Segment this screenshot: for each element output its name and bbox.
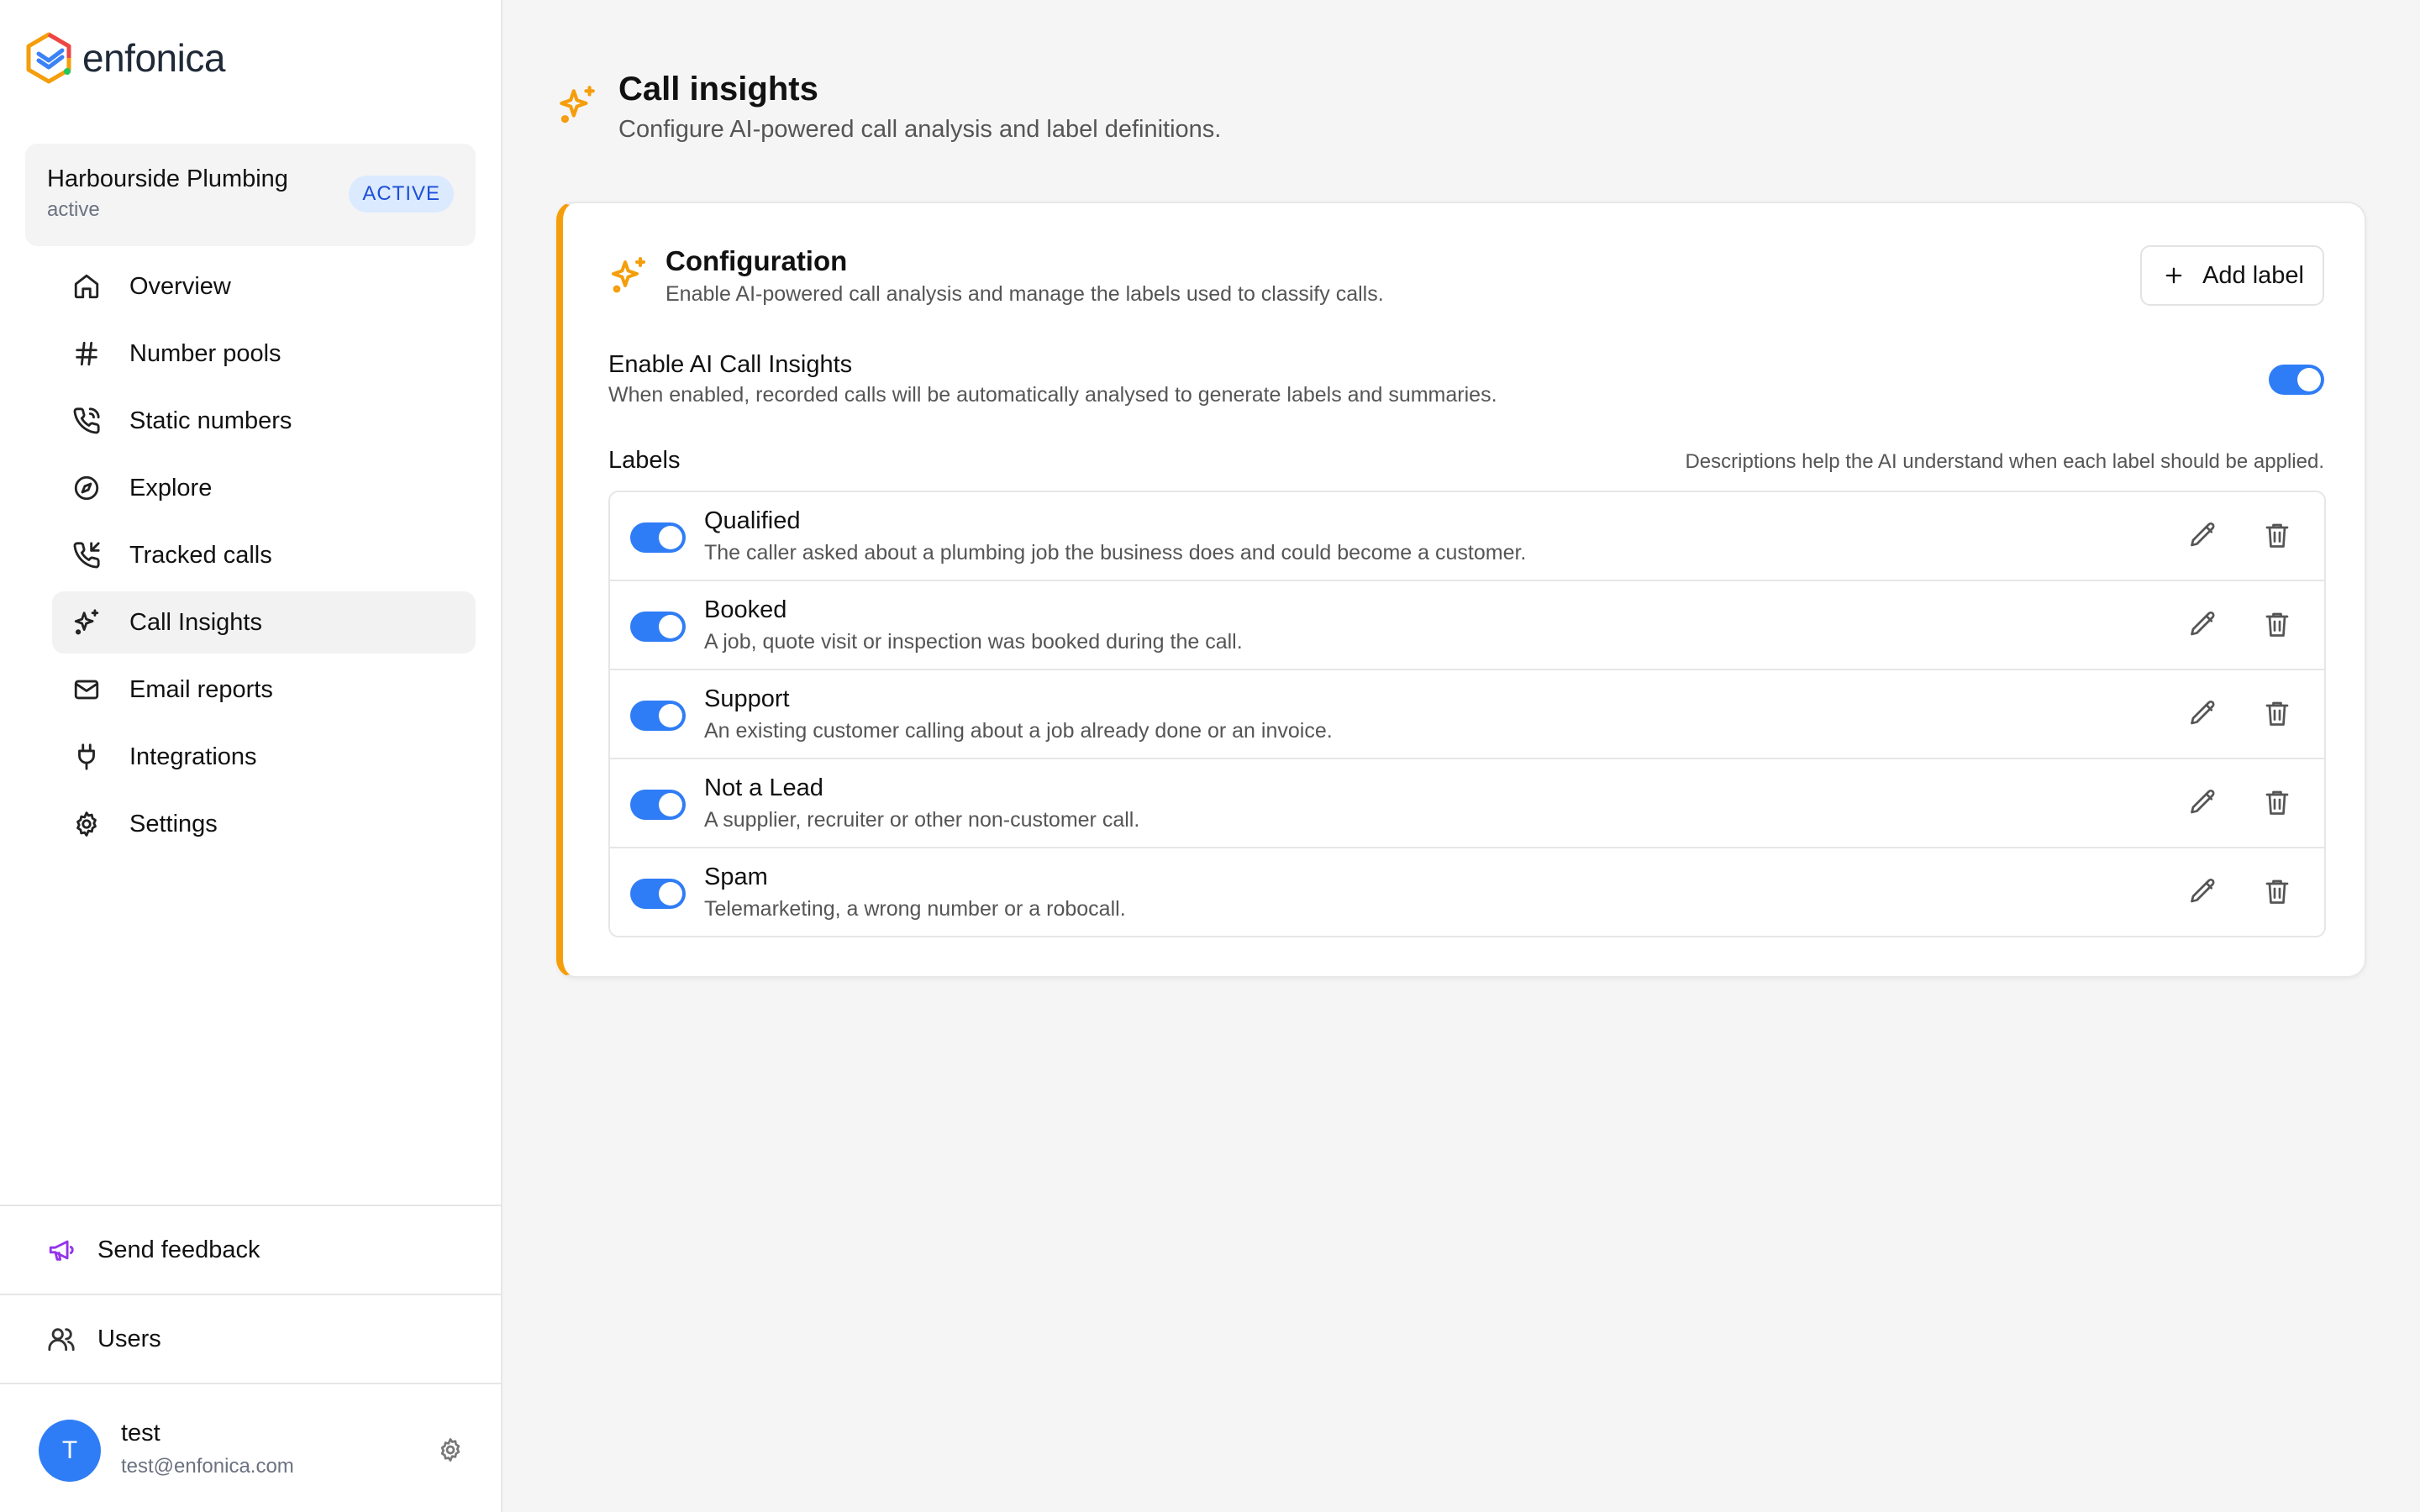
sidebar: enfonica Harbourside Plumbing active ACT… <box>0 0 502 1512</box>
sidebar-item-label: Static numbers <box>129 407 292 434</box>
label-description: A supplier, recruiter or other non-custo… <box>704 808 1140 832</box>
plus-icon <box>2165 267 2182 284</box>
label-toggle[interactable] <box>630 879 686 909</box>
enable-insights-title: Enable AI Call Insights <box>608 351 853 378</box>
mail-icon <box>74 680 99 700</box>
edit-pencil-icon[interactable] <box>2188 876 2218 906</box>
label-description: The caller asked about a plumbing job th… <box>704 541 1527 564</box>
sidebar-nav: Overview Number pools Static numbers Exp… <box>52 255 476 860</box>
sparkles-icon <box>74 609 99 635</box>
sidebar-item-settings[interactable]: Settings <box>52 793 476 855</box>
status-badge: ACTIVE <box>349 176 454 213</box>
sidebar-item-call-insights[interactable]: Call Insights <box>52 591 476 654</box>
user-settings-gear-icon[interactable] <box>437 1436 464 1463</box>
trash-icon[interactable] <box>2262 787 2292 817</box>
trash-icon[interactable] <box>2262 609 2292 639</box>
label-row-qualified: Qualified The caller asked about a plumb… <box>610 492 2324 581</box>
label-name: Support <box>704 685 790 712</box>
gear-icon <box>76 811 97 837</box>
sidebar-item-number-pools[interactable]: Number pools <box>52 323 476 385</box>
sidebar-item-label: Explore <box>129 474 213 501</box>
user-profile[interactable]: T test test@enfonica.com <box>0 1383 502 1512</box>
add-label-text: Add label <box>2202 261 2304 289</box>
plug-icon <box>78 743 95 770</box>
label-description: An existing customer calling about a job… <box>704 719 1333 743</box>
sidebar-item-email-reports[interactable]: Email reports <box>52 659 476 721</box>
compass-icon <box>74 475 99 501</box>
user-email: test@enfonica.com <box>121 1455 294 1478</box>
trash-icon[interactable] <box>2262 876 2292 906</box>
home-icon <box>74 274 99 299</box>
megaphone-icon <box>49 1240 74 1261</box>
sidebar-item-static-numbers[interactable]: Static numbers <box>52 390 476 452</box>
enable-insights-toggle[interactable] <box>2269 365 2324 395</box>
label-name: Spam <box>704 864 768 890</box>
label-toggle[interactable] <box>630 790 686 820</box>
sidebar-users-section: Users <box>0 1294 502 1383</box>
hash-icon <box>76 341 97 366</box>
sidebar-item-label: Settings <box>129 810 218 837</box>
configuration-description: Enable AI-powered call analysis and mana… <box>666 282 1384 306</box>
label-toggle[interactable] <box>630 701 686 731</box>
configuration-title: Configuration <box>666 245 848 276</box>
enfonica-logo-icon <box>26 32 71 84</box>
label-row-support: Support An existing customer calling abo… <box>610 670 2324 759</box>
send-feedback-label: Send feedback <box>97 1236 260 1263</box>
labels-list: Qualified The caller asked about a plumb… <box>608 491 2326 937</box>
label-description: Telemarketing, a wrong number or a roboc… <box>704 897 1126 921</box>
label-toggle[interactable] <box>630 612 686 642</box>
users-icon <box>48 1328 75 1352</box>
phone-incoming-icon <box>73 542 100 569</box>
phone-icon <box>73 407 100 434</box>
sidebar-item-explore[interactable]: Explore <box>52 457 476 519</box>
label-toggle[interactable] <box>630 522 686 553</box>
sidebar-item-tracked-calls[interactable]: Tracked calls <box>52 524 476 586</box>
trash-icon[interactable] <box>2262 520 2292 550</box>
brand-name: enfonica <box>82 36 225 80</box>
enable-insights-description: When enabled, recorded calls will be aut… <box>608 383 1497 407</box>
sidebar-item-overview[interactable]: Overview <box>52 255 476 318</box>
label-row-spam: Spam Telemarketing, a wrong number or a … <box>610 848 2324 936</box>
labels-hint: Descriptions help the AI understand when… <box>1685 450 2324 473</box>
label-name: Not a Lead <box>704 774 823 801</box>
page-subtitle: Configure AI-powered call analysis and l… <box>618 116 1222 143</box>
label-name: Booked <box>704 596 787 623</box>
label-row-booked: Booked A job, quote visit or inspection … <box>610 581 2324 670</box>
sparkles-icon <box>560 86 595 123</box>
edit-pencil-icon[interactable] <box>2188 609 2218 639</box>
add-label-button[interactable]: Add label <box>2140 245 2324 306</box>
edit-pencil-icon[interactable] <box>2188 520 2218 550</box>
label-name: Qualified <box>704 507 801 534</box>
sparkles-icon <box>612 257 645 293</box>
labels-title: Labels <box>608 447 681 474</box>
users-label: Users <box>97 1325 161 1352</box>
sidebar-item-integrations[interactable]: Integrations <box>52 726 476 788</box>
users-button[interactable]: Users <box>0 1295 502 1383</box>
sidebar-item-label: Overview <box>129 272 231 300</box>
sidebar-item-label: Email reports <box>129 675 273 703</box>
edit-pencil-icon[interactable] <box>2188 698 2218 728</box>
page-title: Call insights <box>618 71 818 108</box>
send-feedback-button[interactable]: Send feedback <box>0 1206 502 1294</box>
trash-icon[interactable] <box>2262 698 2292 728</box>
sidebar-item-label: Tracked calls <box>129 541 272 569</box>
avatar: T <box>39 1420 101 1482</box>
sidebar-item-label: Number pools <box>129 339 281 367</box>
sidebar-item-label: Integrations <box>129 743 257 770</box>
sidebar-footer: Send feedback <box>0 1205 502 1294</box>
brand-logo[interactable]: enfonica <box>25 32 225 84</box>
label-description: A job, quote visit or inspection was boo… <box>704 630 1243 654</box>
workspace-selector[interactable]: Harbourside Plumbing active ACTIVE <box>25 144 476 246</box>
configuration-card: Configuration Enable AI-powered call ana… <box>556 202 2366 978</box>
sidebar-item-label: Call Insights <box>129 608 262 636</box>
user-name: test <box>121 1420 160 1446</box>
edit-pencil-icon[interactable] <box>2188 787 2218 817</box>
label-row-not-a-lead: Not a Lead A supplier, recruiter or othe… <box>610 759 2324 848</box>
